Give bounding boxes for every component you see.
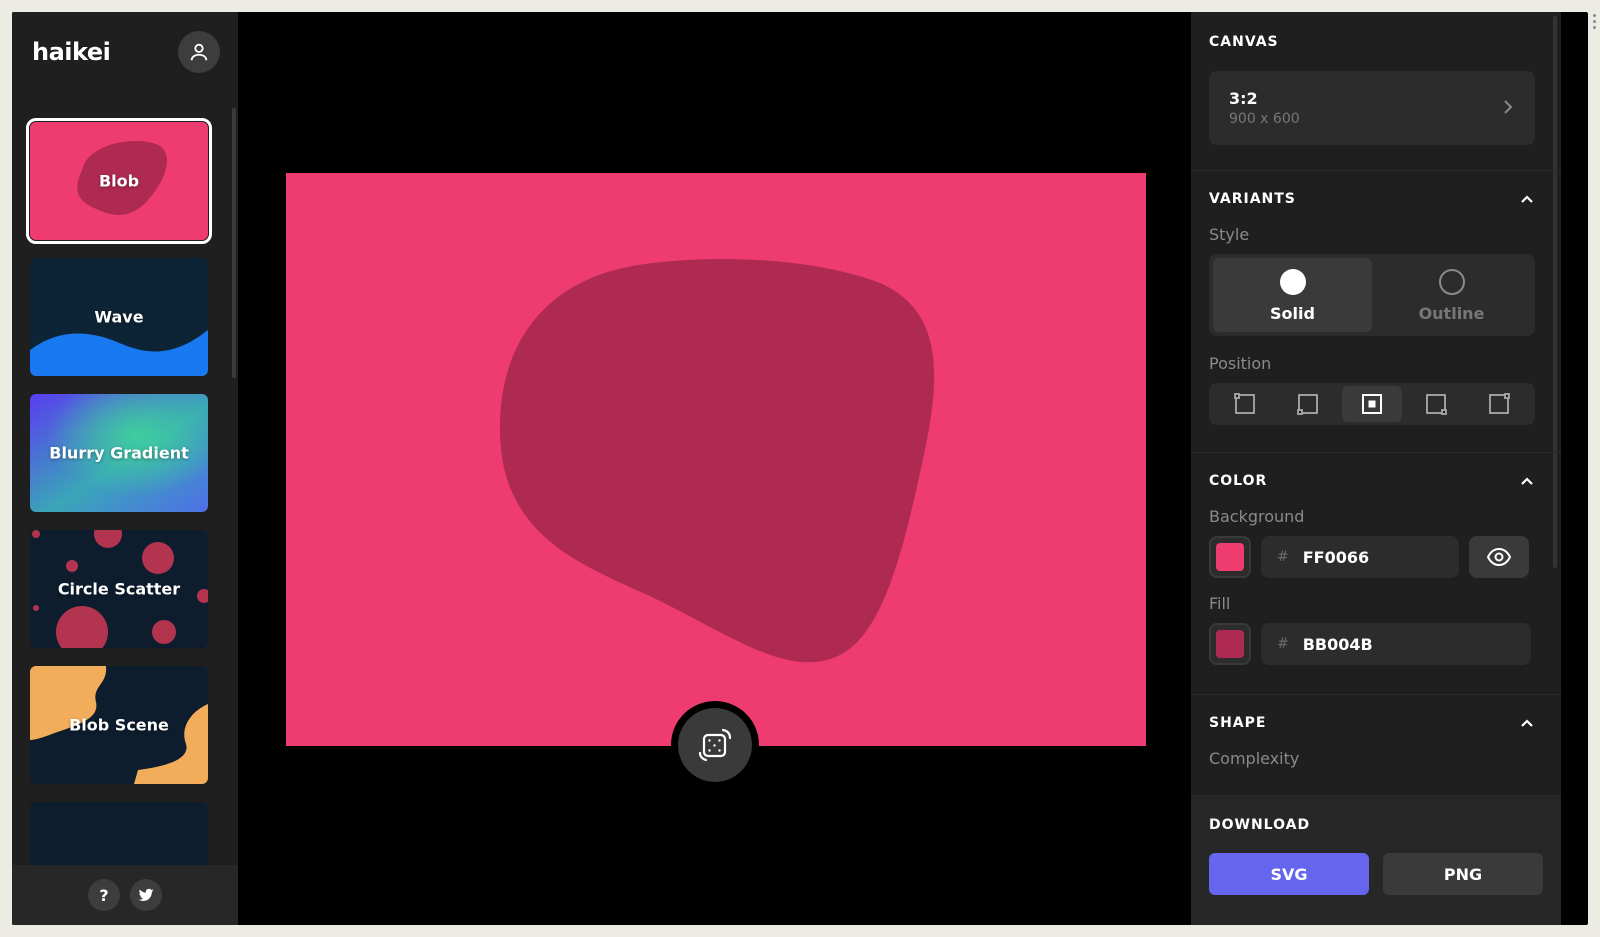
style-label: Style: [1209, 225, 1250, 244]
twitter-icon: [138, 888, 154, 902]
variants-section: VARIANTS Style Solid Outline Position: [1191, 171, 1561, 453]
position-center-icon: [1361, 394, 1382, 414]
fill-hex-input[interactable]: # BB004B: [1261, 623, 1531, 665]
chevron-up-icon[interactable]: [1519, 191, 1535, 207]
generator-sidebar: haikei Blob Wave Blurry Gradient Circle …: [12, 12, 238, 925]
fill-color-swatch[interactable]: [1209, 623, 1251, 665]
download-buttons: SVG PNG: [1209, 853, 1543, 895]
canvas-section-title: CANVAS: [1209, 34, 1279, 50]
settings-panel: CANVAS 3:2 900 x 600 VARIANTS Style Soli…: [1191, 12, 1561, 925]
app-window: haikei Blob Wave Blurry Gradient Circle …: [12, 12, 1588, 925]
download-png-button[interactable]: PNG: [1383, 853, 1543, 895]
sidebar-footer: ?: [12, 865, 238, 925]
generator-card-blurry-gradient[interactable]: Blurry Gradient: [30, 394, 208, 512]
help-button[interactable]: ?: [88, 879, 120, 911]
download-svg-button[interactable]: SVG: [1209, 853, 1369, 895]
fill-color-row: # BB004B: [1209, 623, 1535, 665]
solid-circle-icon: [1279, 268, 1306, 295]
chevron-right-icon: [1504, 100, 1513, 114]
generator-card-blob-scene[interactable]: Blob Scene: [30, 666, 208, 784]
position-selector: [1209, 383, 1535, 425]
generator-list[interactable]: Blob Wave Blurry Gradient Circle Scatter…: [12, 104, 238, 876]
generator-label: Wave: [94, 307, 144, 327]
position-bottom-right-icon: [1425, 394, 1447, 415]
position-top-left-icon: [1233, 393, 1255, 414]
download-section: DOWNLOAD SVG PNG: [1191, 795, 1561, 925]
chevron-up-icon[interactable]: [1519, 715, 1535, 731]
user-account-button[interactable]: [178, 31, 220, 73]
position-center-button[interactable]: [1342, 386, 1402, 422]
help-icon: ?: [99, 885, 109, 905]
fill-label: Fill: [1209, 594, 1231, 613]
generator-card-wave[interactable]: Wave: [30, 258, 208, 376]
hash-prefix: #: [1277, 636, 1289, 652]
window-grip-handle[interactable]: [1593, 14, 1597, 32]
outline-circle-icon: [1438, 268, 1465, 295]
style-option-solid[interactable]: Solid: [1213, 258, 1372, 332]
background-color-row: # FF0066: [1209, 536, 1535, 578]
generator-label: Blurry Gradient: [49, 443, 189, 463]
background-label: Background: [1209, 507, 1305, 526]
blob-shape: [499, 259, 935, 663]
canvas-stage: [238, 12, 1191, 925]
position-label: Position: [1209, 354, 1272, 373]
canvas-ratio: 3:2: [1229, 89, 1258, 108]
randomize-button[interactable]: [671, 701, 759, 789]
complexity-label: Complexity: [1209, 749, 1300, 768]
shape-section-header[interactable]: SHAPE: [1209, 715, 1535, 731]
canvas-dimensions: 900 x 600: [1229, 111, 1300, 127]
app-logo[interactable]: haikei: [32, 38, 111, 66]
shape-section: SHAPE Complexity: [1191, 695, 1561, 783]
position-top-right-button[interactable]: [1469, 386, 1529, 422]
background-hex-input[interactable]: # FF0066: [1261, 536, 1459, 578]
canvas-size-selector[interactable]: 3:2 900 x 600: [1209, 71, 1535, 145]
eye-icon: [1487, 547, 1511, 567]
generator-label: Blob: [98, 171, 140, 191]
download-section-title: DOWNLOAD: [1209, 817, 1311, 833]
user-icon: [190, 43, 208, 61]
generator-card-blob[interactable]: Blob: [26, 118, 212, 244]
background-color-swatch[interactable]: [1209, 536, 1251, 578]
chevron-up-icon[interactable]: [1519, 473, 1535, 489]
fill-hex-value: BB004B: [1302, 634, 1373, 654]
position-bottom-left-icon: [1297, 394, 1319, 415]
position-top-right-icon: [1489, 393, 1511, 414]
dice-icon: [698, 728, 732, 762]
sidebar-scrollbar[interactable]: [232, 108, 236, 378]
style-option-outline[interactable]: Outline: [1372, 258, 1531, 332]
color-section-header[interactable]: COLOR: [1209, 473, 1535, 489]
generator-label: Circle Scatter: [57, 579, 181, 599]
sidebar-header: haikei: [12, 12, 238, 92]
position-bottom-right-button[interactable]: [1406, 386, 1466, 422]
style-toggle: Solid Outline: [1209, 254, 1535, 336]
background-hex-value: FF0066: [1302, 547, 1370, 567]
toggle-background-visibility-button[interactable]: [1469, 536, 1529, 578]
position-bottom-left-button[interactable]: [1279, 386, 1339, 422]
generator-card-circle-scatter[interactable]: Circle Scatter: [30, 530, 208, 648]
position-top-left-button[interactable]: [1215, 386, 1275, 422]
generator-label: Blob Scene: [69, 715, 169, 735]
artboard: [286, 173, 1146, 746]
color-section: COLOR Background # FF0066 Fill # BB004B: [1191, 453, 1561, 695]
twitter-button[interactable]: [130, 879, 162, 911]
variants-section-header[interactable]: VARIANTS: [1209, 191, 1535, 207]
canvas-section: CANVAS 3:2 900 x 600: [1191, 12, 1561, 171]
hash-prefix: #: [1277, 549, 1289, 565]
